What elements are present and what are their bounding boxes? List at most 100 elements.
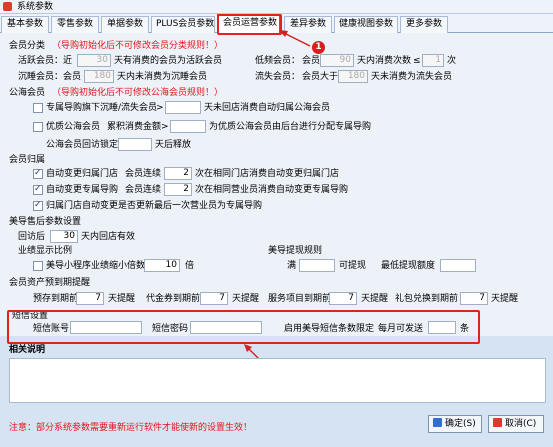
tab-document[interactable]: 单据参数 [101,16,149,33]
tab-highlight-box [217,14,282,35]
after-sale-title: 美导售后参数设置 [9,217,82,227]
ok-button-label: 确定(S) [445,419,476,429]
member-category-warning: （导购初始化后不可修改会员分类规则！） [52,41,224,51]
expiry-label-gift: 礼包兑换到期前 [395,294,459,304]
active-member-prefix: 近 [63,56,73,66]
cancel-button[interactable]: 取消(C) [488,415,544,433]
perf-ratio-title: 业绩显示比例 [18,246,73,256]
mentor-rule-title: 美导提现规则 [268,246,323,256]
expiry-label-service: 服务项目到期前 [268,294,332,304]
low-freq-prefix: 会员 [302,56,321,66]
window-title: 系统参数 [17,2,54,12]
update-guide-label: 归属门店自动变更是否更新最后一次营业员为专属导购 [46,201,263,211]
auto-store-suffix: 次在相同门店消费自动变更归属门店 [195,169,340,179]
update-guide-checkbox[interactable] [33,200,43,211]
lost-suffix: 天未消费为流失会员 [371,72,453,82]
auto-store-count-input[interactable]: 2 [164,167,192,180]
tab-more[interactable]: 更多参数 [400,16,448,33]
dormant-prefix: 会员 [63,72,82,82]
auto-store-checkbox[interactable] [33,168,43,179]
sea-dormant-days-input[interactable] [165,101,201,114]
sea-recall-days-input[interactable] [118,138,152,151]
expiry-suffix-service: 天提醒 [361,294,389,304]
auto-store-mid: 会员连续 [125,169,162,179]
description-title: 相关说明 [9,345,46,355]
tab-retail[interactable]: 零售参数 [51,16,99,33]
low-freq-count-input[interactable]: 1 [422,54,444,67]
visit-prefix: 回访后 [18,232,46,242]
auto-guide-count-input[interactable]: 2 [164,183,192,196]
dormant-member-label: 沉睡会员： [18,72,64,82]
ok-icon [433,418,442,427]
expiry-label-voucher: 代金券到期前 [146,294,201,304]
tab-health-view[interactable]: 健康视图参数 [334,16,398,33]
perf-ratio-input[interactable]: 10 [144,259,180,272]
sea-premium-label: 优质公海会员 [46,122,101,132]
auto-guide-label: 自动变更专属导购 [46,185,119,195]
perf-ratio-label: 美导小程序业绩缩小倍数 [46,261,146,271]
cancel-icon [493,418,502,427]
auto-guide-suffix: 次在相同营业员消费自动变更专属导购 [195,185,349,195]
description-box[interactable] [9,358,546,403]
active-member-suffix: 天有消费的会员为活跃会员 [114,56,223,66]
sea-premium-mid: 累积消费金额 [107,122,162,132]
sea-dormant-checkbox[interactable] [33,103,43,113]
sea-premium-suffix: 为优质公海会员由后台进行分配专属导购 [209,122,372,132]
settings-panel: 会员分类 （导购初始化后不可修改会员分类规则！） 活跃会员： 近 30 天有消费… [0,33,553,336]
expiry-suffix-prepaid: 天提醒 [108,294,136,304]
asset-expiry-title: 会员资产预到期提醒 [9,278,91,288]
auto-guide-mid: 会员连续 [125,185,162,195]
auto-guide-checkbox[interactable] [33,184,43,195]
mentor-full-input[interactable] [299,259,335,272]
member-category-title: 会员分类 [9,41,46,51]
expiry-input-prepaid[interactable]: 7 [76,292,104,305]
active-member-label: 活跃会员： [18,56,64,66]
expiry-input-service[interactable]: 7 [329,292,357,305]
lost-member-label: 流失会员： [255,72,301,82]
sea-premium-checkbox[interactable] [33,122,43,132]
low-freq-days-input[interactable]: 90 [320,54,354,67]
expiry-label-prepaid: 预存到期前 [33,294,79,304]
sea-member-title: 公海会员 [9,88,46,98]
low-freq-label: 低频会员： [255,56,301,66]
mentor-full-suffix: 可提现 [339,261,367,271]
window-titlebar: 系统参数 [0,0,553,14]
perf-ratio-unit: 倍 [185,261,195,271]
perf-ratio-checkbox[interactable] [33,261,43,271]
visit-suffix: 天内回店有效 [81,232,136,242]
tab-difference[interactable]: 差异参数 [284,16,332,33]
mentor-min-label: 最低提现额度 [381,261,436,271]
member-belong-title: 会员归属 [9,155,46,165]
dormant-days-input[interactable]: 180 [84,70,114,83]
tab-basic[interactable]: 基本参数 [1,16,49,33]
app-icon [3,2,12,11]
lost-prefix: 会员大于 [302,72,339,82]
expiry-suffix-gift: 天提醒 [491,294,519,304]
sea-dormant-label: 专属导购旗下沉睡/流失会员 [46,103,158,113]
mentor-full-label: 满 [287,261,297,271]
low-freq-mid: 天内消费次数 [357,56,412,66]
sea-premium-op: > [161,122,169,132]
tab-plus-member[interactable]: PLUS会员参数 [151,16,215,33]
sea-premium-amount-input[interactable] [170,120,206,133]
low-freq-unit: 次 [447,56,457,66]
sea-dormant-suffix: 天未回店消费自动归属公海会员 [204,103,331,113]
ok-button[interactable]: 确定(S) [428,415,482,433]
sea-dormant-op: > [156,103,164,113]
active-days-input[interactable]: 30 [77,54,111,67]
sea-recall-label: 公海会员回访锁定 [46,140,119,150]
dormant-suffix: 天内未消费为沉睡会员 [117,72,208,82]
expiry-input-gift[interactable]: 7 [460,292,488,305]
footer-notice: 注意：部分系统参数需要重新运行软件才能使新的设置生效！ [9,423,253,433]
sms-highlight-box [7,310,480,344]
auto-store-label: 自动变更归属门店 [46,169,119,179]
visit-days-input[interactable]: 30 [50,230,78,243]
expiry-input-voucher[interactable]: 7 [200,292,228,305]
expiry-suffix-voucher: 天提醒 [232,294,260,304]
sea-recall-suffix: 天后释放 [155,140,192,150]
lost-days-input[interactable]: 180 [338,70,368,83]
annotation-marker-1: 1 [312,41,325,54]
cancel-button-label: 取消(C) [505,419,537,429]
low-freq-op: ≤ [413,56,421,66]
mentor-min-input[interactable] [440,259,476,272]
